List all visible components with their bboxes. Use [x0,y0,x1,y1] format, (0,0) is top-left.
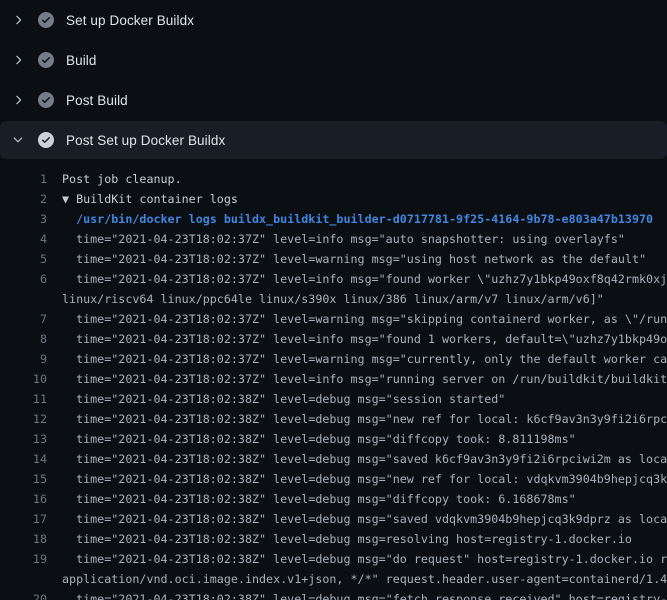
log-text: time="2021-04-23T18:02:37Z" level=warnin… [62,349,667,369]
log-text: time="2021-04-23T18:02:38Z" level=debug … [62,529,632,549]
log-text: time="2021-04-23T18:02:38Z" level=debug … [62,589,667,600]
log-line[interactable]: 11 time="2021-04-23T18:02:38Z" level=deb… [0,389,667,409]
line-number [0,289,47,309]
log-text: time="2021-04-23T18:02:38Z" level=debug … [62,549,667,569]
log-line[interactable]: 18 time="2021-04-23T18:02:38Z" level=deb… [0,529,667,549]
line-number[interactable]: 20 [0,589,47,600]
line-number [0,569,47,589]
log-line[interactable]: 5 time="2021-04-23T18:02:37Z" level=warn… [0,249,667,269]
line-number[interactable]: 17 [0,509,47,529]
log-text: time="2021-04-23T18:02:37Z" level=warnin… [62,249,646,269]
line-number[interactable]: 8 [0,329,47,349]
log-text: time="2021-04-23T18:02:38Z" level=debug … [62,469,667,489]
log-text: time="2021-04-23T18:02:38Z" level=debug … [62,409,667,429]
log-text: time="2021-04-23T18:02:37Z" level=info m… [62,269,667,289]
line-number[interactable]: 4 [0,229,47,249]
step-row-build[interactable]: Build [0,40,667,80]
log-line-continuation[interactable]: linux/riscv64 linux/ppc64le linux/s390x … [0,289,667,309]
chevron-right-icon[interactable] [10,92,26,108]
log-command-text: /usr/bin/docker logs buildx_buildkit_bui… [62,209,653,229]
log-line[interactable]: 20 time="2021-04-23T18:02:38Z" level=deb… [0,589,667,600]
check-circle-icon [38,92,54,108]
log-line[interactable]: 6 time="2021-04-23T18:02:37Z" level=info… [0,269,667,289]
line-number[interactable]: 1 [0,169,47,189]
log-line-continuation[interactable]: application/vnd.oci.image.index.v1+json,… [0,569,667,589]
check-circle-icon [38,52,54,68]
log-line[interactable]: 12 time="2021-04-23T18:02:38Z" level=deb… [0,409,667,429]
line-number[interactable]: 14 [0,449,47,469]
log-line-group-toggle[interactable]: 2 ▼ BuildKit container logs [0,189,667,209]
log-line[interactable]: 9 time="2021-04-23T18:02:37Z" level=warn… [0,349,667,369]
line-number[interactable]: 16 [0,489,47,509]
line-number[interactable]: 2 [0,189,47,209]
log-text: time="2021-04-23T18:02:38Z" level=debug … [62,429,576,449]
line-number[interactable]: 3 [0,209,47,229]
line-number[interactable]: 18 [0,529,47,549]
step-row-set-up-docker-buildx[interactable]: Set up Docker Buildx [0,0,667,40]
chevron-right-icon[interactable] [10,52,26,68]
log-output: 1 Post job cleanup. 2 ▼ BuildKit container… [0,169,667,600]
log-line[interactable]: 16 time="2021-04-23T18:02:38Z" level=deb… [0,489,667,509]
step-label: Build [66,53,97,68]
log-text: Post job cleanup. [62,169,182,189]
line-number[interactable]: 9 [0,349,47,369]
log-line[interactable]: 8 time="2021-04-23T18:02:37Z" level=info… [0,329,667,349]
line-number[interactable]: 7 [0,309,47,329]
log-line[interactable]: 13 time="2021-04-23T18:02:38Z" level=deb… [0,429,667,449]
check-circle-icon [38,132,54,148]
chevron-right-icon[interactable] [10,12,26,28]
log-text: time="2021-04-23T18:02:38Z" level=debug … [62,389,505,409]
log-text: time="2021-04-23T18:02:38Z" level=debug … [62,449,667,469]
step-label: Set up Docker Buildx [66,13,194,28]
line-number[interactable]: 19 [0,549,47,569]
log-line[interactable]: 4 time="2021-04-23T18:02:37Z" level=info… [0,229,667,249]
log-text: time="2021-04-23T18:02:37Z" level=info m… [62,369,667,389]
step-label: Post Build [66,93,128,108]
step-label: Post Set up Docker Buildx [66,133,225,148]
log-line[interactable]: 19 time="2021-04-23T18:02:38Z" level=deb… [0,549,667,569]
log-line[interactable]: 1 Post job cleanup. [0,169,667,189]
workflow-steps-list: Set up Docker Buildx Build Post Build Po… [0,0,667,159]
log-line[interactable]: 14 time="2021-04-23T18:02:38Z" level=deb… [0,449,667,469]
log-text: ▼ BuildKit container logs [62,189,238,209]
log-text: time="2021-04-23T18:02:38Z" level=debug … [62,509,667,529]
line-number[interactable]: 10 [0,369,47,389]
log-text: time="2021-04-23T18:02:37Z" level=info m… [62,329,667,349]
log-text: time="2021-04-23T18:02:37Z" level=warnin… [62,309,667,329]
log-line[interactable]: 7 time="2021-04-23T18:02:37Z" level=warn… [0,309,667,329]
log-text: time="2021-04-23T18:02:38Z" level=debug … [62,489,576,509]
step-row-post-set-up-docker-buildx[interactable]: Post Set up Docker Buildx [0,121,667,159]
log-text: application/vnd.oci.image.index.v1+json,… [62,569,667,589]
line-number[interactable]: 15 [0,469,47,489]
line-number[interactable]: 13 [0,429,47,449]
check-circle-icon [38,12,54,28]
line-number[interactable]: 6 [0,269,47,289]
log-line[interactable]: 10 time="2021-04-23T18:02:37Z" level=inf… [0,369,667,389]
log-line[interactable]: 15 time="2021-04-23T18:02:38Z" level=deb… [0,469,667,489]
line-number[interactable]: 5 [0,249,47,269]
line-number[interactable]: 11 [0,389,47,409]
chevron-down-icon[interactable] [10,132,26,148]
step-row-post-build[interactable]: Post Build [0,80,667,120]
line-number[interactable]: 12 [0,409,47,429]
log-line[interactable]: 17 time="2021-04-23T18:02:38Z" level=deb… [0,509,667,529]
log-text: time="2021-04-23T18:02:37Z" level=info m… [62,229,625,249]
log-text: linux/riscv64 linux/ppc64le linux/s390x … [62,289,604,309]
log-line[interactable]: 3 /usr/bin/docker logs buildx_buildkit_b… [0,209,667,229]
